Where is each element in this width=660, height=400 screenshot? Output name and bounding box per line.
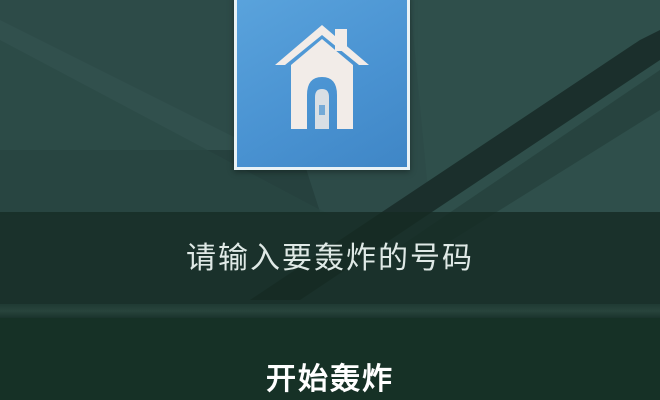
app-icon [234, 0, 410, 170]
divider [0, 304, 660, 318]
phone-number-input[interactable] [0, 212, 660, 304]
house-icon [275, 25, 369, 129]
start-bombing-button[interactable]: 开始轰炸 [0, 318, 660, 400]
